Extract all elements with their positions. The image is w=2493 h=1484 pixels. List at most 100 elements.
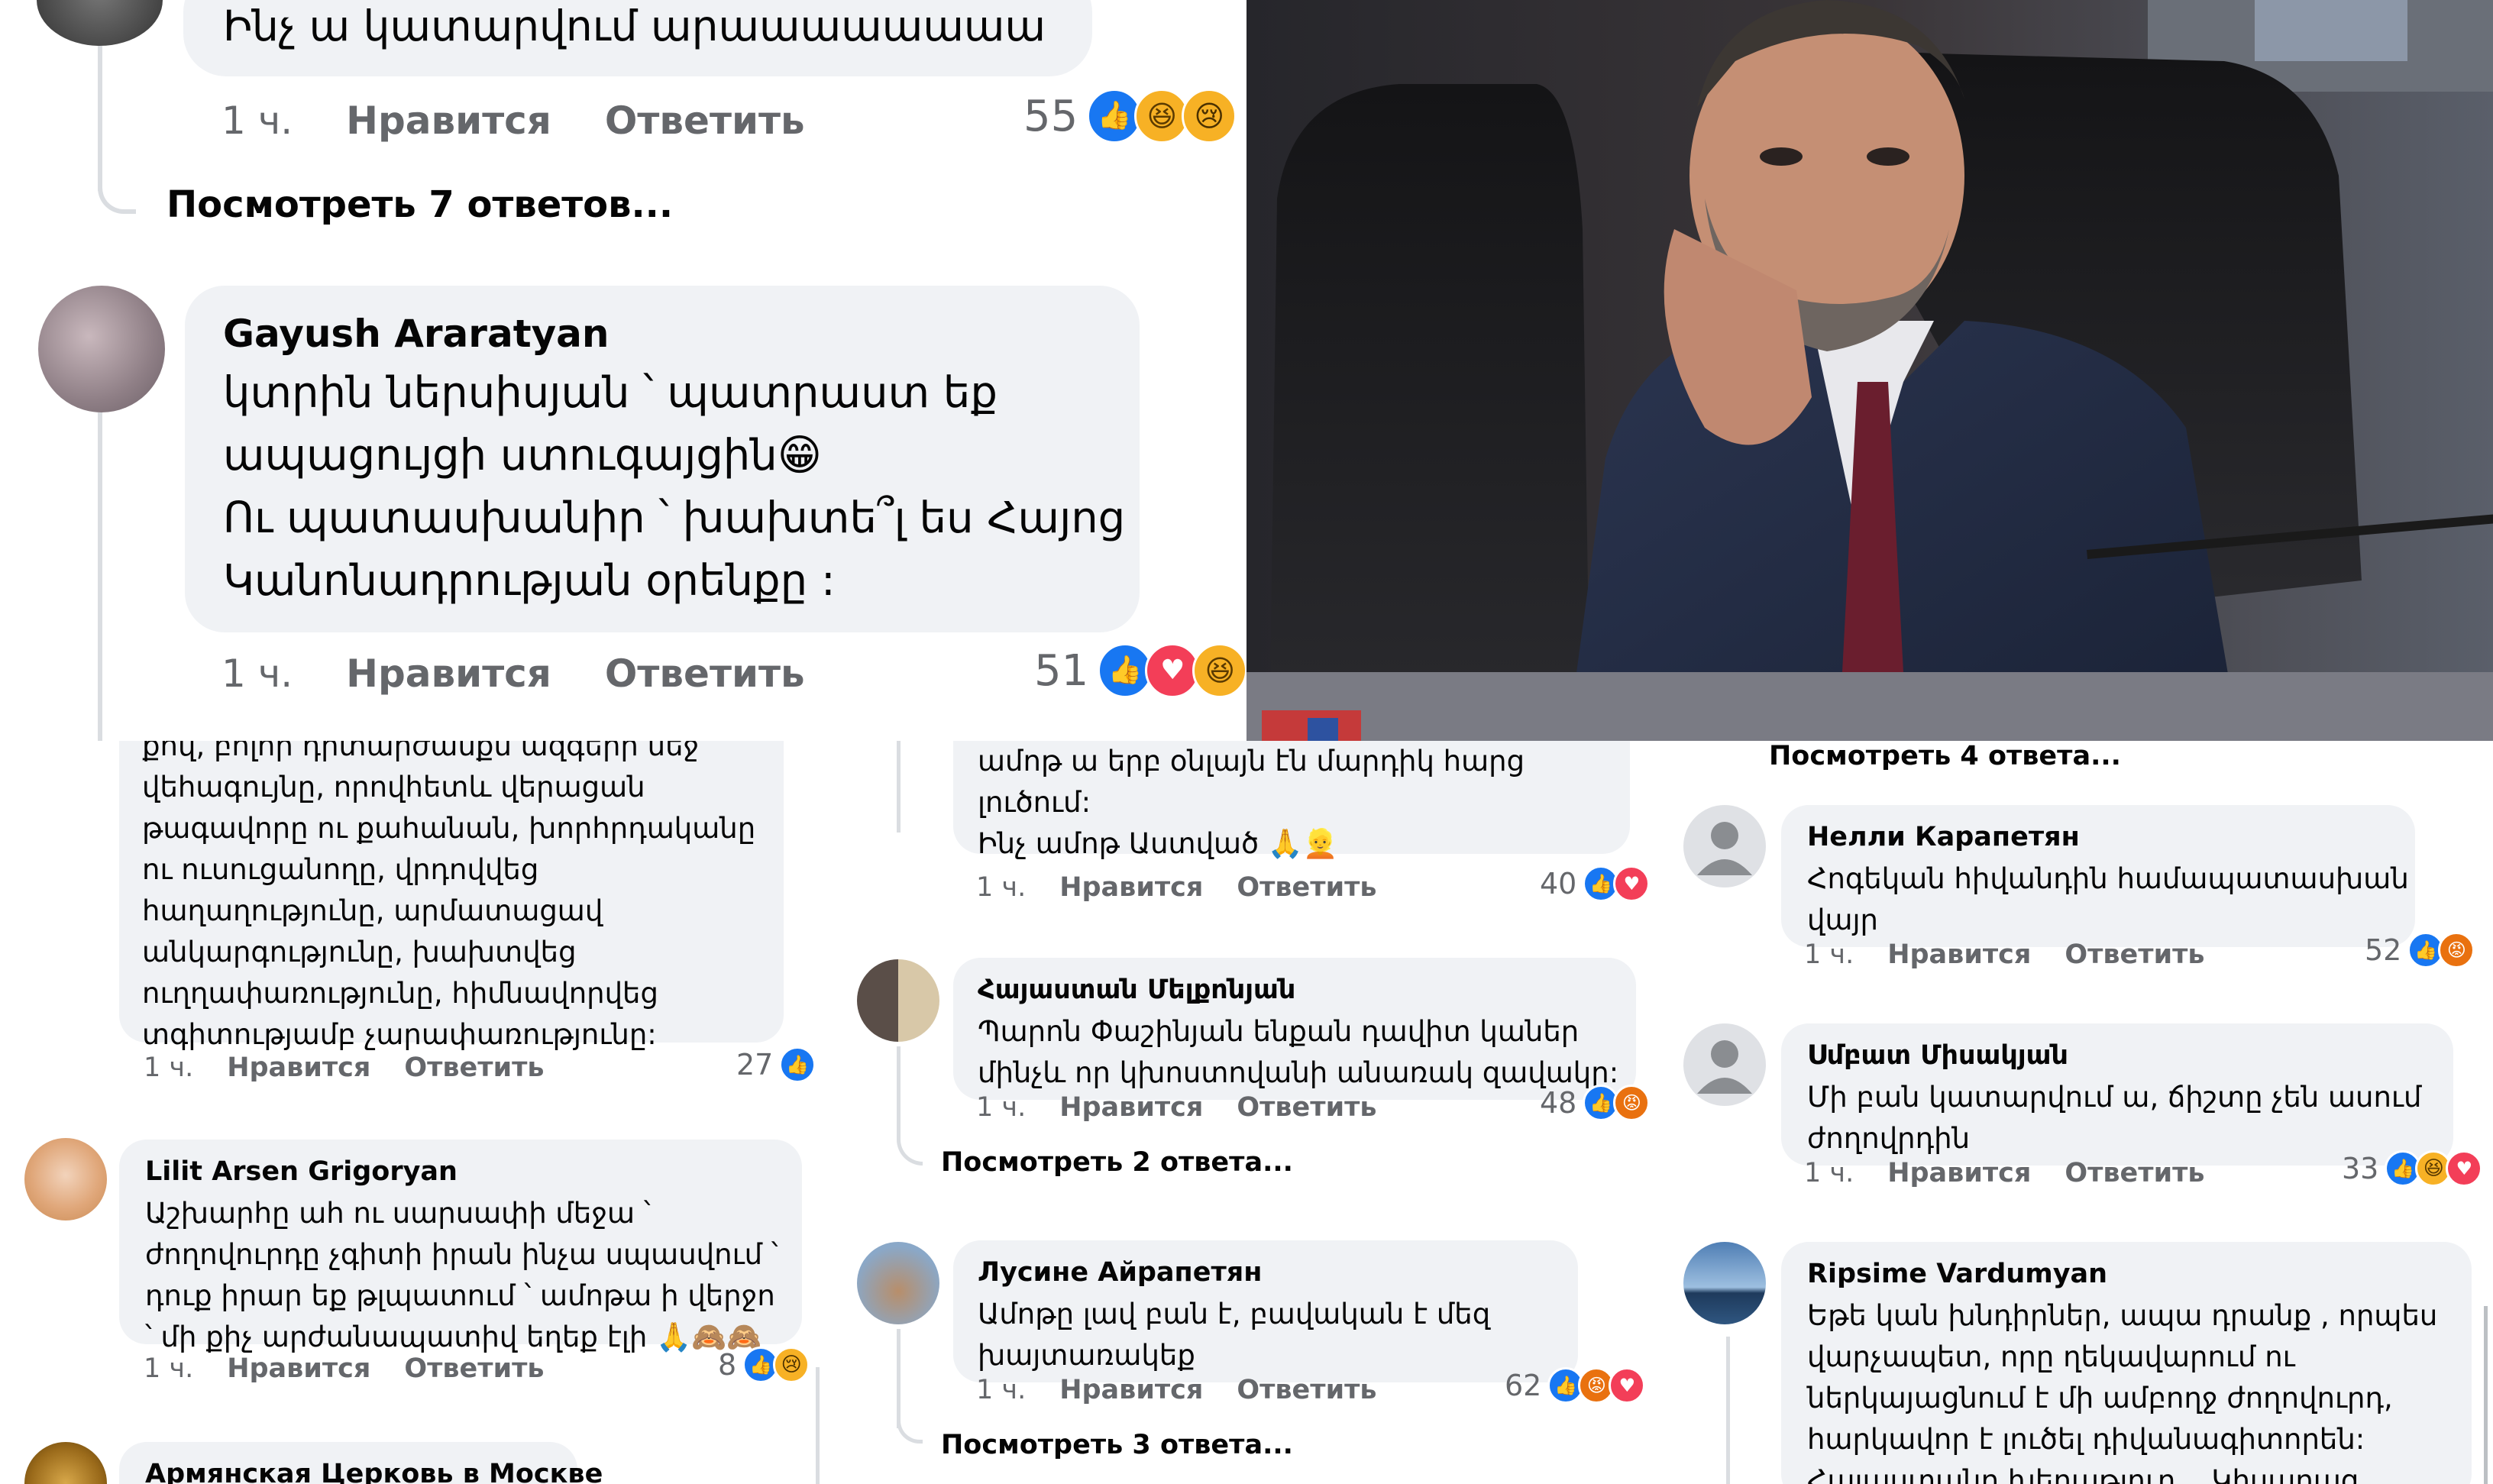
- like-button[interactable]: Нравится: [1059, 1092, 1203, 1123]
- comment-actions: 1 ч. Нравится Ответить: [1804, 938, 2205, 972]
- like-button[interactable]: Нравится: [227, 1052, 370, 1083]
- reply-button[interactable]: Ответить: [1237, 1092, 1376, 1123]
- comment-actions: 1 ч. Нравится Ответить: [221, 98, 805, 144]
- like-button[interactable]: Нравится: [1059, 872, 1203, 903]
- comment-author[interactable]: Սմբատ Միսակյան: [1807, 1040, 2068, 1071]
- comment-time: 1 ч.: [1804, 939, 1854, 970]
- thread-line: [1726, 1337, 1730, 1484]
- reactions-summary[interactable]: 33 👍 😆 ♥: [2342, 1150, 2483, 1187]
- comment-time: 1 ч.: [144, 1052, 194, 1083]
- thread-line: [897, 1046, 901, 1130]
- reply-button[interactable]: Ответить: [1237, 1375, 1376, 1405]
- thread-line: [897, 1123, 923, 1166]
- comment-text: Պարոն Փաշինյան ենքան դավիտ կաներ մինչև ո…: [978, 1015, 1619, 1089]
- reactions-summary[interactable]: 48 👍 😡: [1540, 1085, 1651, 1121]
- comment-author[interactable]: Лусине Айрапетян: [978, 1257, 1262, 1288]
- comment-text: Հոգեկան հիվանդին համապատասխան վայր: [1807, 862, 2409, 936]
- avatar[interactable]: [857, 959, 939, 1042]
- love-icon: ♥: [1609, 1367, 1646, 1404]
- comment-bubble: Нелли Карапетян Հոգեկան հիվանդին համապատ…: [1781, 805, 2415, 947]
- view-replies-link[interactable]: Посмотреть 3 ответа...: [941, 1430, 1293, 1460]
- reply-button[interactable]: Ответить: [2065, 1158, 2204, 1188]
- comment-bubble: Lilit Arsen Grigoryan Աշխարհը ահ ու սարս…: [119, 1140, 802, 1353]
- top-comments-panel: Ինչ ա կատարվում արաաաաաաաա 1 ч. Нравится…: [0, 0, 1246, 741]
- haha-emoji-icon: 😆: [1192, 643, 1246, 698]
- comment-time: 1 ч.: [976, 1092, 1027, 1123]
- reaction-count: 48: [1540, 1086, 1577, 1120]
- reactions-summary[interactable]: 40 👍 ♥: [1540, 865, 1651, 902]
- avatar[interactable]: [24, 1442, 107, 1484]
- comment-text: քով, բոլոր դիտարժանքն ազգերի մեջ վեհագու…: [142, 741, 756, 1051]
- reactions-summary[interactable]: 55 👍 😆 😢: [1023, 89, 1237, 144]
- comment-time: 1 ч.: [144, 1353, 194, 1384]
- politician-photo-illustration: [1246, 0, 2493, 741]
- comment-author[interactable]: Lilit Arsen Grigoryan: [145, 1156, 458, 1187]
- reactions-summary[interactable]: 27 👍: [736, 1046, 816, 1083]
- view-replies-link[interactable]: Посмотреть 7 ответов...: [167, 183, 673, 226]
- reaction-count: 55: [1023, 91, 1078, 141]
- sad-emoji-icon: 😢: [773, 1347, 810, 1383]
- comment-actions: 1 ч. Нравится Ответить: [976, 1373, 1377, 1407]
- comment-author[interactable]: Gayush Araratyan: [223, 312, 610, 356]
- scrollbar[interactable]: [2484, 1306, 2488, 1484]
- avatar[interactable]: [37, 0, 163, 46]
- reply-button[interactable]: Ответить: [2065, 939, 2204, 970]
- comment-bubble: քով, բոլոր դիտարժանքն ազգերի մեջ վեհագու…: [119, 741, 784, 1051]
- view-replies-link[interactable]: Посмотреть 4 ответа...: [1769, 741, 2121, 771]
- avatar[interactable]: [1683, 1242, 1766, 1324]
- avatar[interactable]: [24, 1138, 107, 1221]
- like-button[interactable]: Нравится: [1059, 1375, 1203, 1405]
- reaction-count: 8: [718, 1348, 737, 1382]
- comment-actions: 1 ч. Нравится Ответить: [976, 871, 1377, 904]
- thread-line: [98, 412, 102, 741]
- reaction-count: 51: [1034, 645, 1089, 696]
- bottom-right-comments: Посмотреть 4 ответа... Нелли Карапетян Հ…: [1662, 741, 2493, 1484]
- avatar[interactable]: [1683, 805, 1766, 887]
- sad-emoji-icon: 😢: [1182, 89, 1237, 144]
- comment-text: Եթե կան խնդիրներ, ապա դրանք , որպես վարչ…: [1807, 1299, 2438, 1484]
- like-button[interactable]: Нравится: [1887, 939, 2031, 970]
- comment-actions: 1 ч. Нравится Ответить: [1804, 1156, 2205, 1190]
- avatar[interactable]: [1683, 1023, 1766, 1106]
- love-icon: ♥: [2446, 1150, 2483, 1187]
- comment-time: 1 ч.: [221, 651, 293, 696]
- reactions-summary[interactable]: 8 👍 😢: [718, 1347, 810, 1383]
- comment-text: ամոթ ա երբ օնլայն էն մարդիկ հարց լուծում…: [978, 745, 1525, 860]
- reply-button[interactable]: Ответить: [605, 99, 805, 143]
- avatar[interactable]: [857, 1242, 939, 1324]
- reply-button[interactable]: Ответить: [404, 1353, 544, 1384]
- view-replies-link[interactable]: Посмотреть 2 ответа...: [941, 1147, 1293, 1178]
- comment-text: Ամոթը լավ բան է, բավական է մեզ խայտառակե…: [978, 1298, 1491, 1372]
- reply-button[interactable]: Ответить: [605, 651, 805, 696]
- comment-author[interactable]: Ripsime Vardumyan: [1807, 1259, 2107, 1289]
- comment-bubble: Հայաստան Մելքոնյան Պարոն Փաշինյան ենքան …: [953, 958, 1636, 1100]
- reply-button[interactable]: Ответить: [1237, 872, 1376, 903]
- like-button[interactable]: Нравится: [346, 99, 551, 143]
- thread-line: [897, 1421, 923, 1444]
- reactions-summary[interactable]: 51 👍 ♥ 😆: [1034, 643, 1246, 698]
- comment-author[interactable]: Հայաստան Մելքոնյան: [978, 975, 1295, 1005]
- bottom-left-comments: քով, բոլոր դիտարժանքն ազգերի մեջ վեհագու…: [0, 741, 831, 1484]
- news-photo: [1246, 0, 2493, 741]
- comment-bubble: ամոթ ա երբ օնլայն էն մարդիկ հարց լուծում…: [953, 741, 1630, 860]
- comment-time: 1 ч.: [1804, 1158, 1854, 1188]
- like-button[interactable]: Нравится: [227, 1353, 370, 1384]
- thread-line: [98, 160, 136, 214]
- reaction-count: 40: [1540, 867, 1577, 900]
- comment-bubble: Ինչ ա կատարվում արաաաաաաաա: [183, 0, 1092, 76]
- comment-author[interactable]: Армянская Церковь в Москве: [145, 1459, 603, 1484]
- comment-text: Աշխարհը ահ ու սարսափի մեջա ՝ ժողովուրդը …: [145, 1197, 778, 1353]
- reaction-count: 33: [2342, 1152, 2379, 1185]
- comment-actions: 1 ч. Нравится Ответить: [221, 651, 805, 697]
- reactions-summary[interactable]: 52 👍 😡: [2365, 932, 2475, 968]
- like-button[interactable]: Нравится: [346, 651, 551, 696]
- comment-author[interactable]: Нелли Карапетян: [1807, 822, 2080, 852]
- comment-time: 1 ч.: [221, 99, 293, 143]
- reaction-count: 52: [2365, 933, 2402, 967]
- like-button[interactable]: Нравится: [1887, 1158, 2031, 1188]
- angry-emoji-icon: 😡: [2438, 932, 2475, 968]
- comment-actions: 1 ч. Нравится Ответить: [144, 1051, 545, 1085]
- reply-button[interactable]: Ответить: [404, 1052, 544, 1083]
- avatar[interactable]: [38, 286, 165, 412]
- reactions-summary[interactable]: 62 👍 😡 ♥: [1505, 1367, 1646, 1404]
